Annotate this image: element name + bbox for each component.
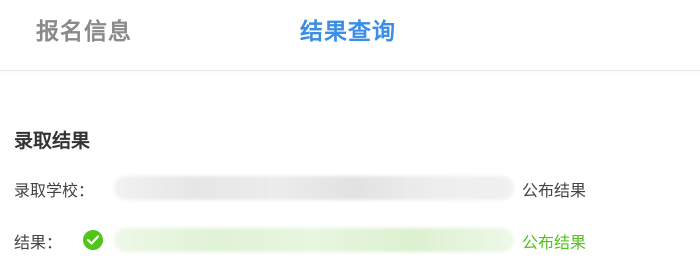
- tab-bar: 报名信息 结果查询: [0, 0, 700, 71]
- school-label: 录取学校：: [14, 181, 95, 200]
- section-title: 录取结果: [14, 130, 91, 152]
- tab-registration-info[interactable]: 报名信息: [36, 12, 132, 46]
- admission-result-row: 结果： 公布结果: [14, 226, 694, 254]
- school-value-redacted: [114, 176, 514, 200]
- admission-school-row: 录取学校： 公布结果: [14, 174, 694, 202]
- result-label: 结果：: [14, 233, 63, 252]
- result-status-text: 公布结果: [522, 233, 587, 252]
- result-value-redacted: [114, 228, 514, 252]
- check-circle-icon: [83, 230, 103, 250]
- school-status-text: 公布结果: [522, 181, 587, 200]
- tab-result-query[interactable]: 结果查询: [300, 12, 396, 46]
